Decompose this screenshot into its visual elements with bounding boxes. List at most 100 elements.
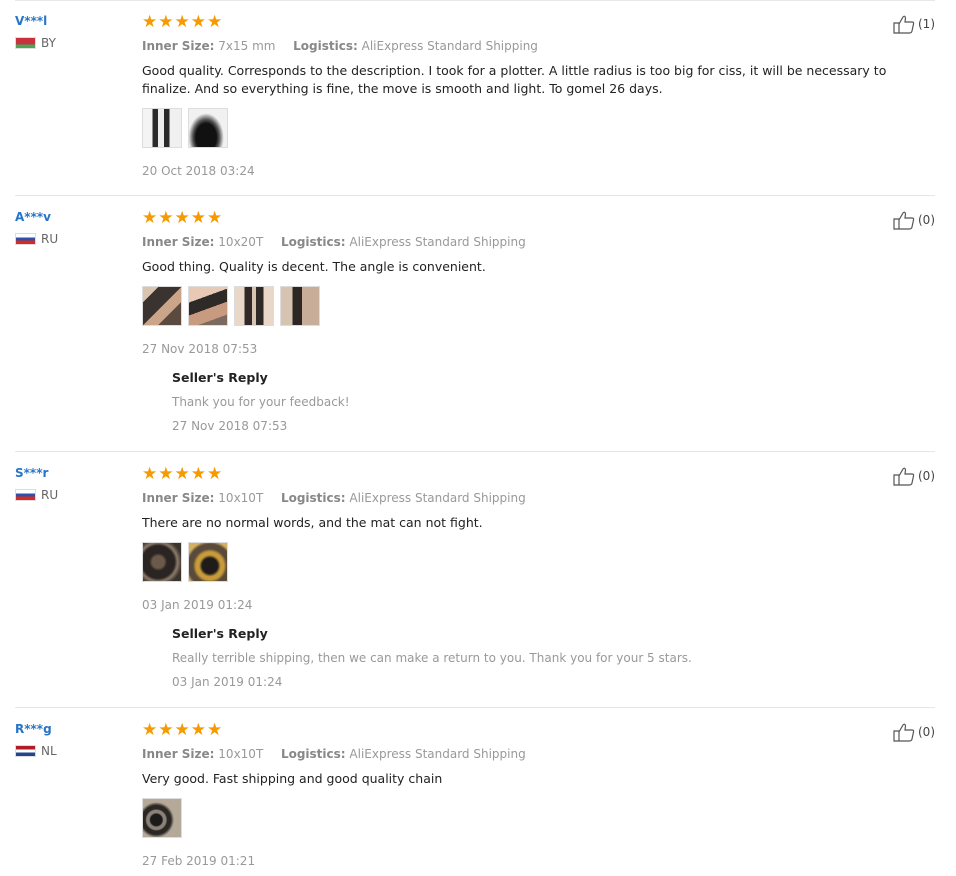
review-date: 27 Nov 2018 07:53 [142,342,258,356]
review-text: Good thing. Quality is decent. The angle… [142,259,486,274]
star-icon: ★ [142,464,158,484]
seller-reply-message: Thank you for your feedback! [172,395,350,409]
review-item: A***v RU ★ ★ ★ ★ ★ Inner Size: 10x20T Logist… [15,196,935,452]
seller-reply: Seller's Reply Thank you for your feedba… [172,370,350,433]
helpful-count: (1) [918,17,935,31]
order-info: Inner Size: 10x10T Logistics: AliExpress… [142,747,526,761]
review-photo-thumbnail[interactable] [188,286,228,326]
flag-ru-icon [15,233,36,245]
inner-size-label: Inner Size: [142,39,215,53]
seller-reply-date: 03 Jan 2019 01:24 [172,675,283,689]
flag-by-icon [15,37,36,49]
logistics-label: Logistics: [280,747,346,761]
star-icon: ★ [158,720,174,740]
star-icon: ★ [174,464,190,484]
inner-size-value: 10x20T [218,235,264,249]
thumbs-up-icon [893,211,915,230]
country-code: RU [41,232,59,246]
reviewer-name[interactable]: A***v [15,210,58,224]
star-icon: ★ [190,720,206,740]
review-text: There are no normal words, and the mat c… [142,515,483,530]
reviewer-country: BY [15,36,56,50]
star-icon: ★ [190,464,206,484]
country-code: NL [41,744,57,758]
review-photos [142,542,228,582]
review-photo-thumbnail[interactable] [188,108,228,148]
inner-size-label: Inner Size: [142,235,215,249]
logistics-value: AliExpress Standard Shipping [349,235,526,249]
review-photo-thumbnail[interactable] [142,108,182,148]
star-icon: ★ [158,208,174,228]
star-icon: ★ [207,464,223,484]
review-photo-thumbnail[interactable] [142,798,182,838]
review-photos [142,286,320,326]
helpful-button[interactable]: (0) [893,466,935,486]
reviewer-name[interactable]: V***l [15,14,56,28]
inner-size-label: Inner Size: [142,491,215,505]
review-photos [142,798,182,838]
reviewer-name[interactable]: R***g [15,722,57,736]
review-photo-thumbnail[interactable] [142,286,182,326]
review-item: S***r RU ★ ★ ★ ★ ★ Inner Size: 10x10T Logist… [15,452,935,708]
seller-reply-message: Really terrible shipping, then we can ma… [172,651,692,665]
review-date: 20 Oct 2018 03:24 [142,164,255,178]
order-info: Inner Size: 7x15 mm Logistics: AliExpres… [142,39,538,53]
reviewer-info: A***v RU [15,210,58,246]
reviewer-info: S***r RU [15,466,58,502]
review-photo-thumbnail[interactable] [188,542,228,582]
seller-reply-title: Seller's Reply [172,370,268,385]
seller-reply: Seller's Reply Really terrible shipping,… [172,626,692,689]
star-icon: ★ [158,464,174,484]
star-icon: ★ [190,12,206,32]
star-icon: ★ [142,720,158,740]
seller-reply-title: Seller's Reply [172,626,268,641]
review-photos [142,108,228,148]
flag-nl-icon [15,745,36,757]
reviewer-country: NL [15,744,57,758]
review-photo-thumbnail[interactable] [142,542,182,582]
logistics-value: AliExpress Standard Shipping [349,491,526,505]
star-icon: ★ [158,12,174,32]
reviewer-info: V***l BY [15,14,56,50]
review-text: Good quality. Corresponds to the descrip… [142,63,887,96]
inner-size-value: 7x15 mm [218,39,276,53]
logistics-label: Logistics: [280,235,346,249]
star-icon: ★ [174,12,190,32]
helpful-button[interactable]: (0) [893,210,935,230]
thumbs-up-icon [893,15,915,34]
review-text: Very good. Fast shipping and good qualit… [142,771,443,786]
helpful-count: (0) [918,213,935,227]
logistics-label: Logistics: [280,491,346,505]
logistics-value: AliExpress Standard Shipping [349,747,526,761]
reviewer-name[interactable]: S***r [15,466,58,480]
helpful-count: (0) [918,469,935,483]
star-icon: ★ [190,208,206,228]
order-info: Inner Size: 10x20T Logistics: AliExpress… [142,235,526,249]
helpful-count: (0) [918,725,935,739]
thumbs-up-icon [893,723,915,742]
thumbs-up-icon [893,467,915,486]
flag-ru-icon [15,489,36,501]
helpful-button[interactable]: (1) [893,14,935,34]
star-rating: ★ ★ ★ ★ ★ [142,464,222,484]
review-photo-thumbnail[interactable] [234,286,274,326]
star-icon: ★ [207,208,223,228]
helpful-button[interactable]: (0) [893,722,935,742]
reviewer-country: RU [15,488,58,502]
star-rating: ★ ★ ★ ★ ★ [142,12,222,32]
star-icon: ★ [207,12,223,32]
star-icon: ★ [142,208,158,228]
review-photo-thumbnail[interactable] [280,286,320,326]
star-icon: ★ [174,208,190,228]
reviewer-info: R***g NL [15,722,57,758]
country-code: RU [41,488,59,502]
inner-size-label: Inner Size: [142,747,215,761]
review-date: 27 Feb 2019 01:21 [142,854,256,868]
star-rating: ★ ★ ★ ★ ★ [142,720,222,740]
country-code: BY [41,36,56,50]
order-info: Inner Size: 10x10T Logistics: AliExpress… [142,491,526,505]
review-item: V***l BY ★ ★ ★ ★ ★ Inner Size: 7x15 mm Logis… [15,0,935,196]
review-date: 03 Jan 2019 01:24 [142,598,253,612]
inner-size-value: 10x10T [218,491,264,505]
inner-size-value: 10x10T [218,747,264,761]
